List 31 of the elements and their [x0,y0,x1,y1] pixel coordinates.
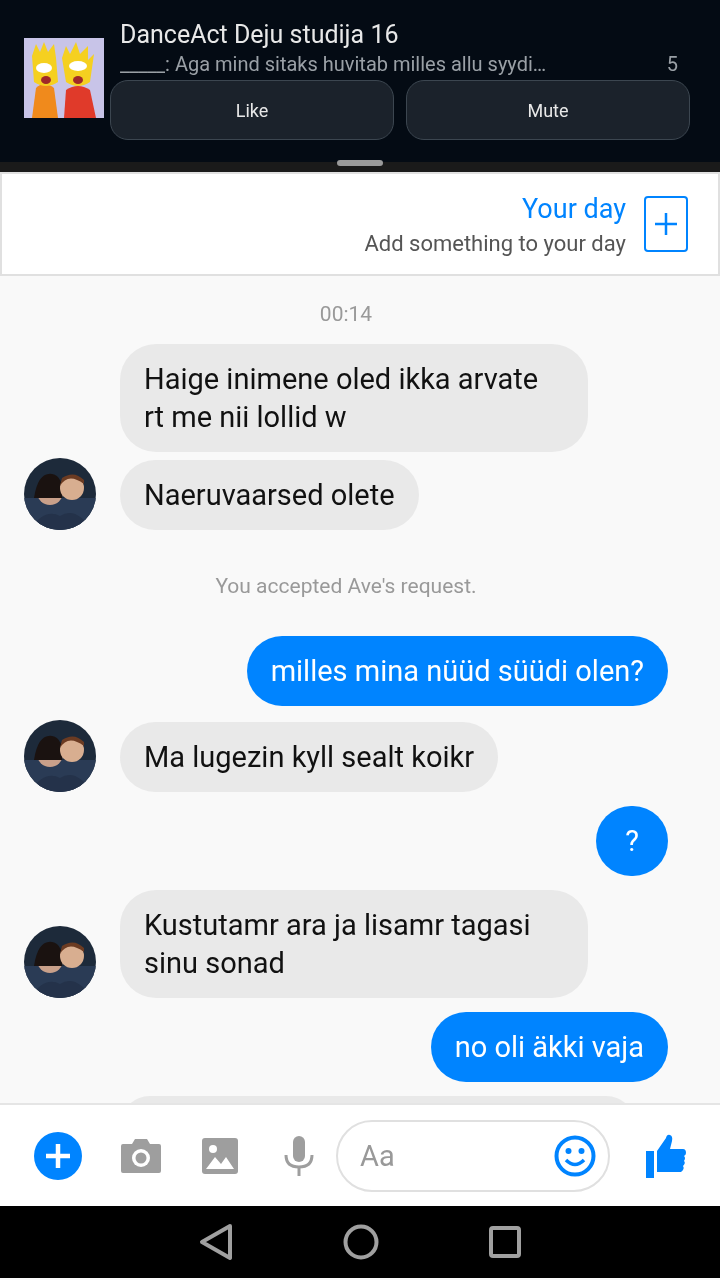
sent-message: milles mina nüüd süüdi olen? [246,636,668,706]
drag-handle[interactable] [337,160,383,166]
sent-message: ? [596,806,668,876]
recents-icon[interactable] [489,1226,521,1258]
message-field[interactable]: Aa [336,1119,610,1192]
notification-title: DanceAct Deju studija 16 [120,20,400,50]
plus-icon [654,212,678,236]
notification-panel[interactable]: DanceAct Deju studija 16 _____: Aga mind sitaks huvitab milles allu syydi… 5 Like Mute [0,0,720,162]
timestamp: 00:14 [319,302,373,326]
thumbs-up-icon[interactable] [646,1133,686,1178]
system-message: You accepted Ave's request. [215,574,477,598]
your-day-card[interactable]: Your day Add something to your day [0,172,720,276]
microphone-icon[interactable] [284,1135,314,1176]
add-story-button[interactable] [644,196,688,252]
received-message: Ma lugezin kyll sealt koikr [120,722,499,792]
received-message: Naeruvaarsed olete [120,460,419,530]
like-button[interactable]: Like [110,80,394,140]
emoji-icon[interactable] [554,1134,596,1177]
back-icon[interactable] [199,1223,233,1261]
received-message: Kustutamr ara ja lisamr tagasi sinu sonad [120,890,588,998]
sent-message: no oli äkki vaja [430,1012,668,1082]
your-day-subtitle: Add something to your day [364,230,626,256]
home-icon[interactable] [343,1224,379,1260]
received-message: Haige inimene oled ikka arvate rt me nii lollid w [120,344,588,452]
image-icon[interactable] [202,1137,238,1174]
camera-icon[interactable] [120,1137,162,1174]
message-count: 5 [666,52,678,76]
plus-icon[interactable] [34,1131,82,1180]
mute-button[interactable]: Mute [406,80,690,140]
notification-text: _____: Aga mind sitaks huvitab milles allu syydi… [120,52,548,76]
your-day-title: Your day [522,192,626,225]
